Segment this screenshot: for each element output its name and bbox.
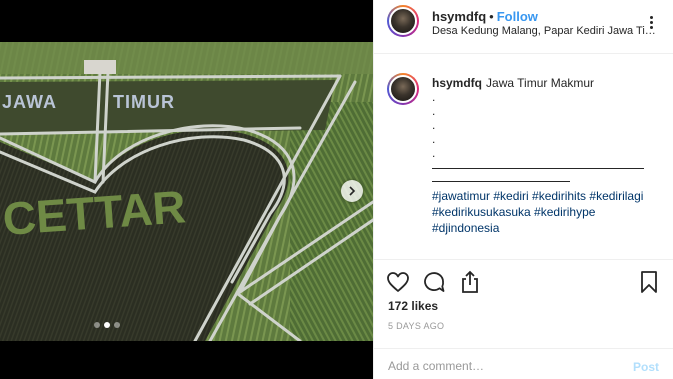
photo-text-jawa: JAWA <box>2 92 57 112</box>
caption: hsymdfq Jawa Timur Makmur . . . . . #jawa… <box>432 76 660 236</box>
post-photo: JAWA TIMUR CETTAR <box>0 42 373 341</box>
post-sidebar: hsymdfq • Follow Desa Kedung Malang, Papar… <box>373 0 673 379</box>
caption-dot-line: . <box>432 104 436 118</box>
caption-text: Jawa Timur Makmur <box>486 76 595 90</box>
comment-input[interactable] <box>388 357 618 375</box>
carousel-dot <box>114 322 120 328</box>
speech-bubble-icon[interactable] <box>422 270 446 294</box>
more-options-icon[interactable] <box>641 12 661 32</box>
caption-dot-line: . <box>432 132 436 146</box>
action-bar <box>374 262 673 302</box>
add-comment-bar: Post <box>374 348 673 379</box>
post-button[interactable]: Post <box>633 360 659 374</box>
caption-hashtags[interactable]: #jawatimur #kediri #kedirihits #kedirila… <box>432 188 660 236</box>
caption-dot-line: . <box>432 118 436 132</box>
carousel-dot <box>94 322 100 328</box>
header-username[interactable]: hsymdfq <box>432 9 486 24</box>
caption-username[interactable]: hsymdfq <box>432 76 482 90</box>
bookmark-icon[interactable] <box>637 270 661 294</box>
carousel-indicator <box>94 322 120 328</box>
share-icon[interactable] <box>458 270 482 294</box>
carousel-dot-active <box>104 322 110 328</box>
post-header: hsymdfq • Follow Desa Kedung Malang, Papar… <box>374 0 673 54</box>
chevron-right-icon <box>349 186 356 196</box>
header-username-row: hsymdfq • Follow <box>432 9 538 24</box>
heart-icon[interactable] <box>386 270 410 294</box>
follow-button[interactable]: Follow <box>497 9 538 24</box>
photo-text-timur: TIMUR <box>113 92 175 112</box>
caption-dot-line: . <box>432 146 436 160</box>
separator-dot: • <box>489 9 494 24</box>
caption-avatar[interactable] <box>387 73 419 105</box>
comments-area: hsymdfq Jawa Timur Makmur . . . . . #jawa… <box>374 55 673 260</box>
caption-underline <box>432 168 644 169</box>
caption-dot-line: . <box>432 90 436 104</box>
caption-underline <box>432 181 570 182</box>
likes-count[interactable]: 172 likes <box>388 299 438 313</box>
avatar[interactable] <box>387 5 419 37</box>
post-media: JAWA TIMUR CETTAR <box>0 0 373 379</box>
location-link[interactable]: Desa Kedung Malang, Papar Kediri Jawa Ti… <box>432 25 660 37</box>
post-timestamp[interactable]: 5 DAYS AGO <box>388 321 444 331</box>
carousel-next-button[interactable] <box>341 180 363 202</box>
